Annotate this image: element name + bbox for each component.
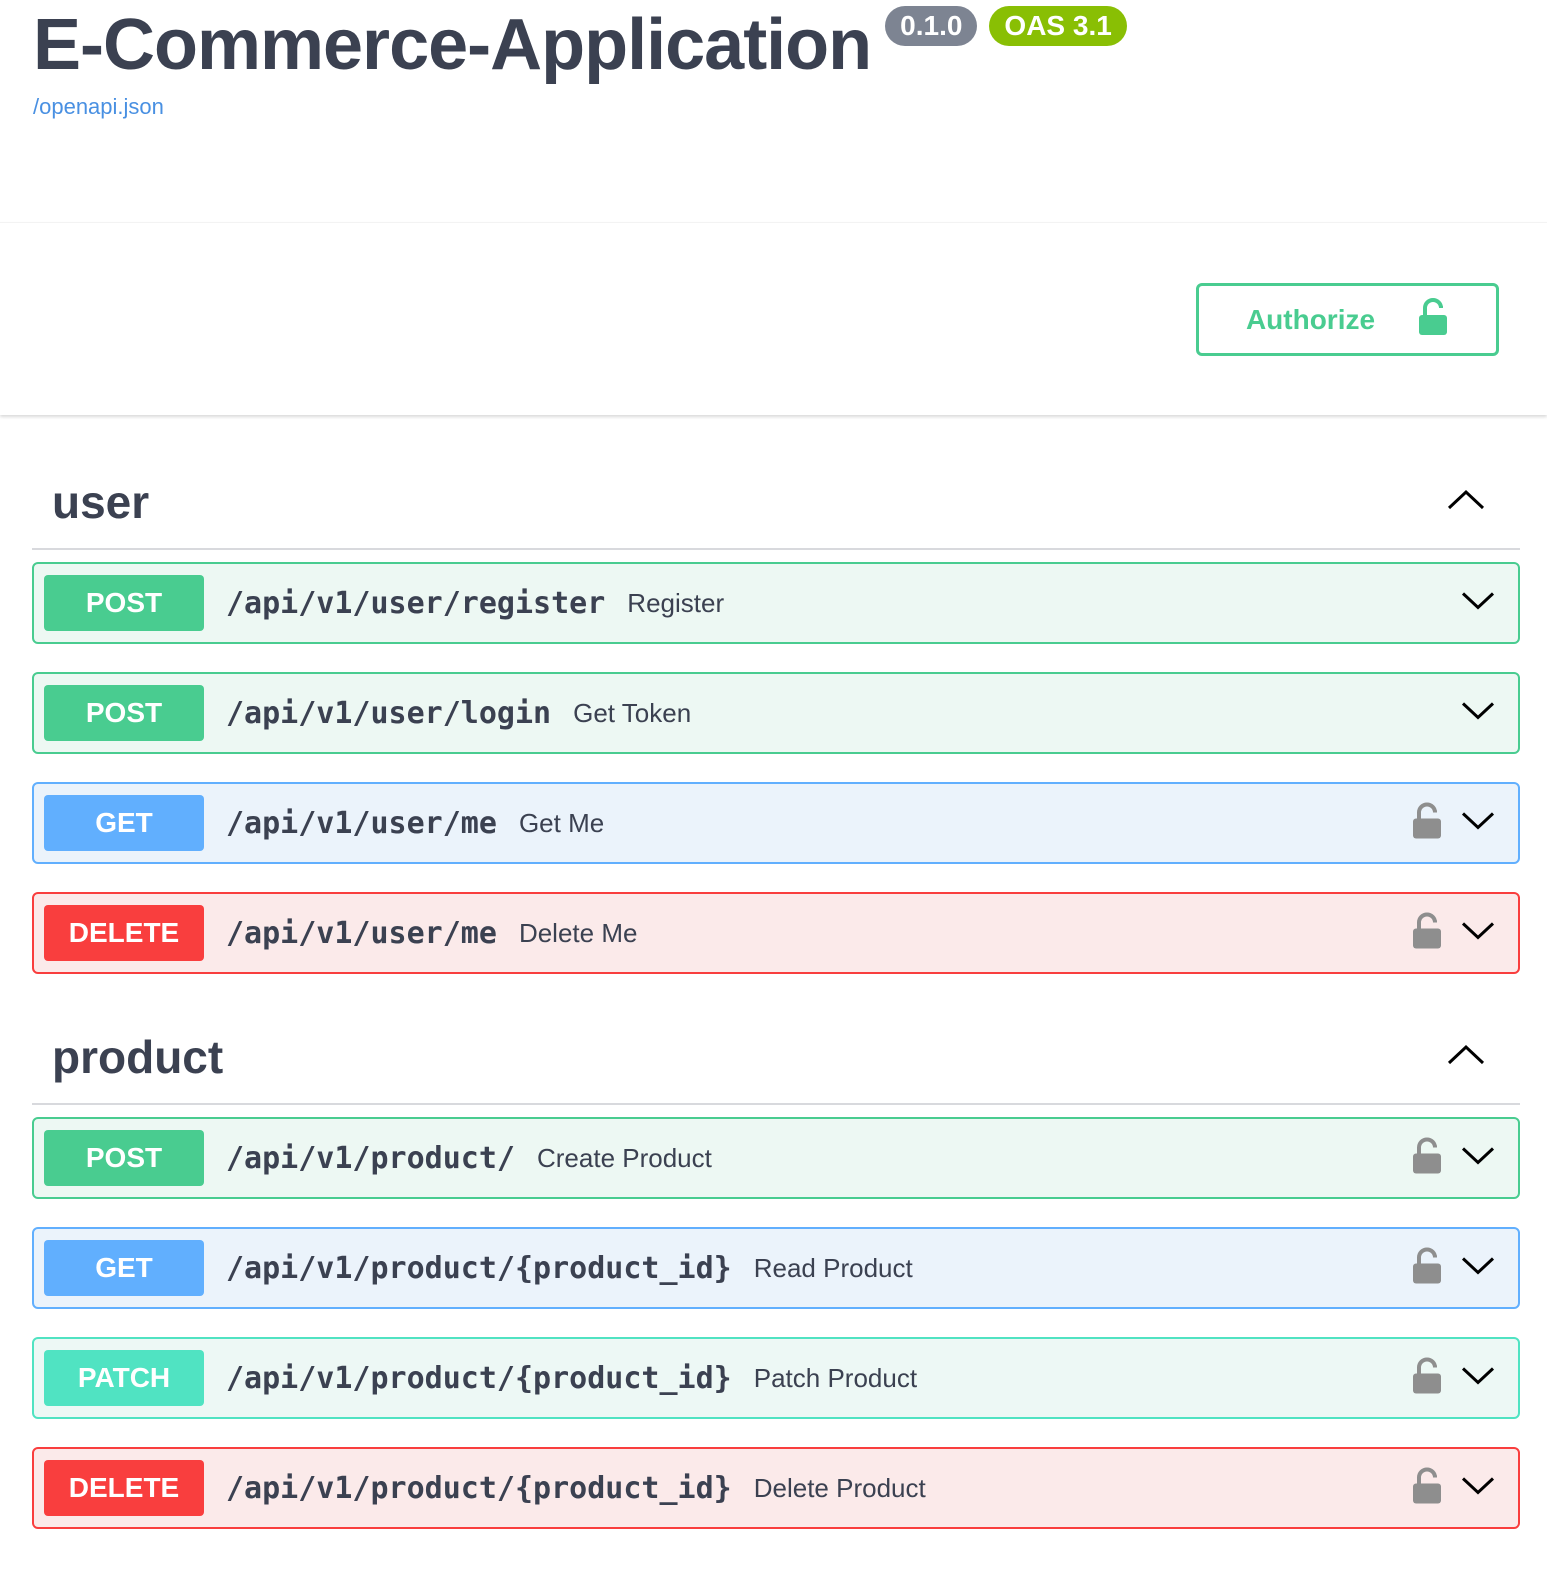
- lock-icon[interactable]: [1412, 1467, 1442, 1510]
- tag-section-user: user POST/api/v1/user/register Register POS…: [32, 455, 1520, 974]
- operation-path: /api/v1/user/register: [226, 585, 606, 621]
- chevron-down-icon[interactable]: [1460, 919, 1496, 948]
- operation-controls: [1412, 1247, 1496, 1290]
- chevron-down-icon[interactable]: [1460, 809, 1496, 838]
- operation-summary: Delete Me: [518, 917, 638, 948]
- chevron-down-icon[interactable]: [1460, 1144, 1496, 1173]
- operation-post-row[interactable]: POST/api/v1/user/register Register: [32, 562, 1520, 644]
- operation-path: /api/v1/product/: [226, 1140, 515, 1176]
- openapi-json-link[interactable]: /openapi.json: [33, 94, 1533, 120]
- chevron-down-icon[interactable]: [1460, 699, 1496, 728]
- method-badge: GET: [44, 795, 204, 851]
- operation-summary: Get Me: [518, 807, 605, 838]
- lock-icon[interactable]: [1412, 1357, 1442, 1400]
- authorize-label: Authorize: [1245, 303, 1376, 335]
- lock-icon[interactable]: [1412, 802, 1442, 845]
- operation-path: /api/v1/user/login: [226, 695, 552, 731]
- operation-post-row[interactable]: POST/api/v1/product/Create Product: [32, 1117, 1520, 1199]
- method-badge: POST: [44, 575, 204, 631]
- chevron-up-icon[interactable]: [1446, 486, 1486, 517]
- operation-controls: [1412, 912, 1496, 955]
- operation-patch-row[interactable]: PATCH/api/v1/product/{product_id} Patch P…: [32, 1337, 1520, 1419]
- operation-path: /api/v1/user/me: [226, 805, 497, 841]
- tag-section-product: product POST/api/v1/product/Create Produc…: [32, 1010, 1520, 1529]
- authorize-button[interactable]: Authorize: [1196, 283, 1499, 356]
- version-badge: 0.1.0: [885, 6, 978, 46]
- method-badge: POST: [44, 685, 204, 741]
- operation-controls: [1460, 699, 1496, 728]
- page-title: E-Commerce-Application: [33, 5, 872, 85]
- oas-badge: OAS 3.1: [989, 6, 1127, 46]
- operation-delete-row[interactable]: DELETE/api/v1/user/me Delete Me: [32, 892, 1520, 974]
- operation-controls: [1412, 1357, 1496, 1400]
- chevron-down-icon[interactable]: [1460, 589, 1496, 618]
- chevron-up-icon[interactable]: [1446, 1041, 1486, 1072]
- unlock-icon: [1417, 298, 1449, 341]
- tag-header-user[interactable]: user: [32, 455, 1520, 550]
- method-badge: DELETE: [44, 905, 204, 961]
- operation-summary: Read Product: [753, 1252, 913, 1283]
- operation-path: /api/v1/product/{product_id}: [226, 1470, 732, 1506]
- operation-controls: [1412, 1137, 1496, 1180]
- tag-header-product[interactable]: product: [32, 1010, 1520, 1105]
- method-badge: POST: [44, 1130, 204, 1186]
- chevron-down-icon[interactable]: [1460, 1254, 1496, 1283]
- operation-path: /api/v1/product/{product_id}: [226, 1360, 732, 1396]
- api-info: E-Commerce-Application 0.1.0 OAS 3.1 /op…: [33, 0, 1533, 120]
- chevron-down-icon[interactable]: [1460, 1364, 1496, 1393]
- operation-path: /api/v1/product/{product_id}: [226, 1250, 732, 1286]
- operation-summary: Patch Product: [753, 1362, 918, 1393]
- operation-get-row[interactable]: GET/api/v1/product/{product_id} Read Prod…: [32, 1227, 1520, 1309]
- operation-get-row[interactable]: GET/api/v1/user/me Get Me: [32, 782, 1520, 864]
- tag-name: user: [52, 475, 150, 528]
- chevron-down-icon[interactable]: [1460, 1474, 1496, 1503]
- lock-icon[interactable]: [1412, 1247, 1442, 1290]
- operation-summary: Get Token: [573, 697, 692, 728]
- operation-delete-row[interactable]: DELETE/api/v1/product/{product_id} Delete…: [32, 1447, 1520, 1529]
- operation-controls: [1412, 1467, 1496, 1510]
- lock-icon[interactable]: [1412, 1137, 1442, 1180]
- operation-post-row[interactable]: POST/api/v1/user/login Get Token: [32, 672, 1520, 754]
- lock-icon[interactable]: [1412, 912, 1442, 955]
- title-row: E-Commerce-Application 0.1.0 OAS 3.1: [33, 0, 1533, 90]
- operation-summary: Create Product: [536, 1142, 712, 1173]
- method-badge: PATCH: [44, 1350, 204, 1406]
- operation-summary: Register: [627, 587, 725, 618]
- operation-controls: [1460, 589, 1496, 618]
- scheme-container: Authorize: [0, 222, 1547, 415]
- operation-controls: [1412, 802, 1496, 845]
- tag-name: product: [52, 1030, 224, 1083]
- operation-summary: Delete Product: [753, 1472, 926, 1503]
- method-badge: DELETE: [44, 1460, 204, 1516]
- operation-path: /api/v1/user/me: [226, 915, 497, 951]
- method-badge: GET: [44, 1240, 204, 1296]
